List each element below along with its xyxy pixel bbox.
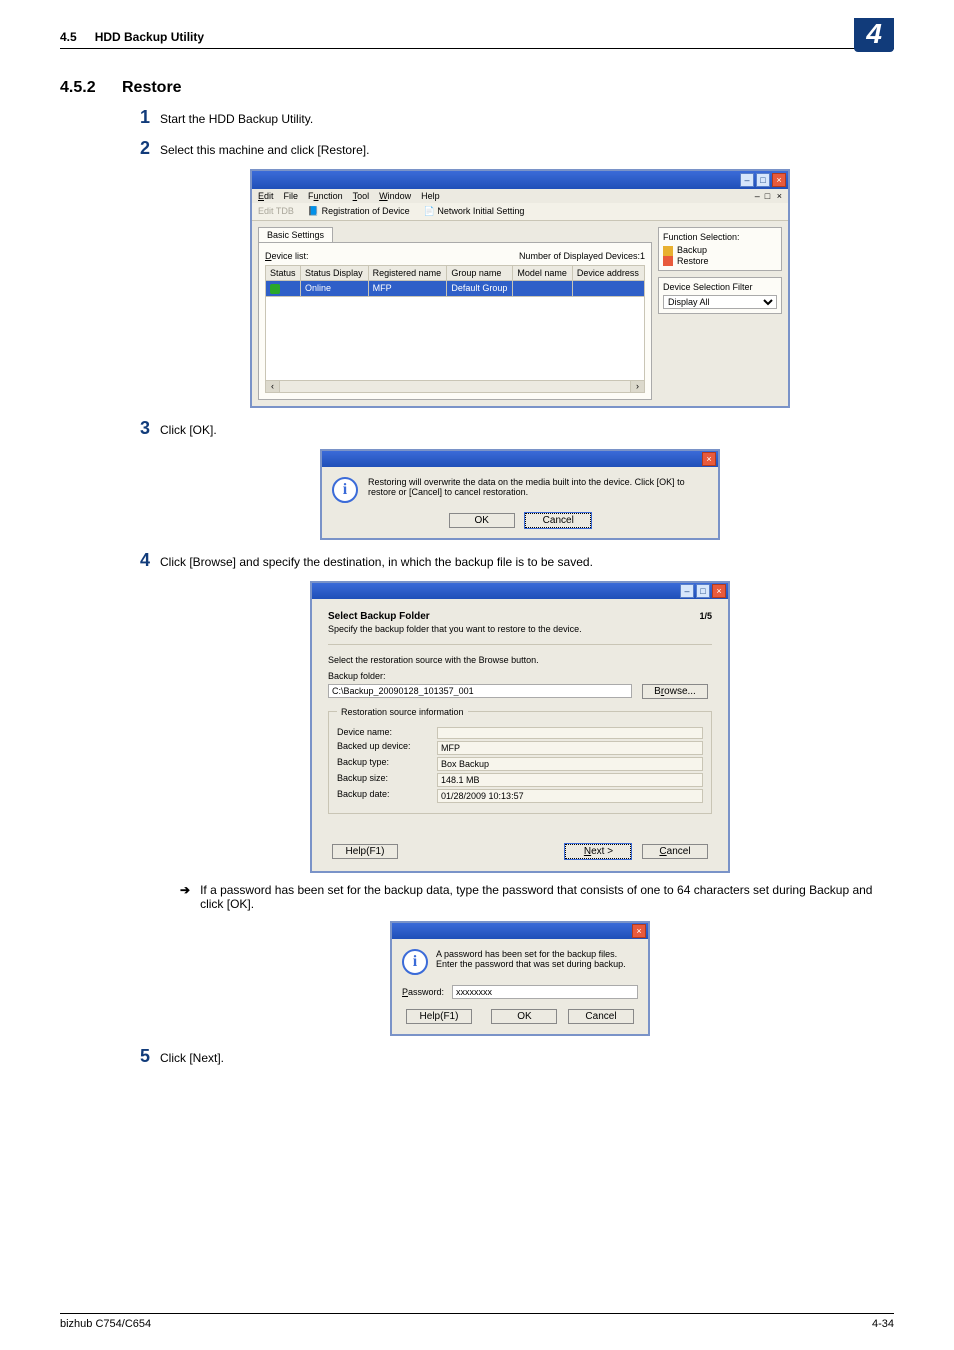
function-selection-box: Function Selection: Backup Restore: [658, 227, 782, 271]
next-button[interactable]: Next >: [565, 844, 631, 859]
table-row[interactable]: Online MFP Default Group: [266, 281, 645, 297]
mdi-close-icon[interactable]: ×: [777, 191, 782, 201]
cancel-button[interactable]: Cancel: [642, 844, 708, 859]
step-2: 2 Select this machine and click [Restore…: [60, 138, 894, 159]
cancel-button[interactable]: Cancel: [568, 1009, 634, 1024]
chapter-badge: 4: [854, 18, 894, 52]
info-icon: i: [402, 949, 428, 975]
device-selection-filter-box: Device Selection Filter Display All: [658, 277, 782, 314]
ok-button[interactable]: OK: [449, 513, 515, 528]
cancel-button[interactable]: Cancel: [525, 513, 591, 528]
backup-folder-input[interactable]: [328, 684, 632, 698]
section-number: 4.5: [60, 30, 77, 44]
maximize-icon[interactable]: □: [756, 173, 770, 187]
help-button[interactable]: Help(F1): [332, 844, 398, 859]
confirm-message: Restoring will overwrite the data on the…: [368, 477, 708, 497]
menu-file[interactable]: File: [284, 191, 299, 201]
page-footer: bizhub C754/C654 4-34: [60, 1313, 894, 1330]
wizard-subtitle: Specify the backup folder that you want …: [328, 624, 582, 634]
menu-function[interactable]: Function: [308, 191, 343, 201]
screenshot-confirm-dialog: × i Restoring will overwrite the data on…: [320, 449, 720, 540]
wizard-step-counter: 1/5: [699, 611, 712, 621]
wizard-instruction: Select the restoration source with the B…: [328, 655, 712, 665]
device-list-label: Device list:: [265, 251, 309, 261]
restore-icon: [663, 256, 673, 266]
menu-edit[interactable]: Edit: [258, 191, 274, 201]
running-header: 4.5 HDD Backup Utility: [60, 30, 894, 49]
restoration-source-group: Restoration source information Device na…: [328, 707, 712, 814]
menu-tool[interactable]: Tool: [353, 191, 370, 201]
backup-folder-label: Backup folder:: [328, 671, 712, 681]
scroll-left-icon[interactable]: ‹: [266, 381, 280, 392]
screenshot-wizard: –□× Select Backup Folder Specify the bac…: [310, 581, 730, 873]
step-4-substep: ➔ If a password has been set for the bac…: [180, 883, 894, 911]
menubar: Edit File Function Tool Window Help – □ …: [252, 189, 788, 203]
section-title: HDD Backup Utility: [95, 30, 204, 44]
help-button[interactable]: Help(F1): [406, 1009, 472, 1024]
arrow-icon: ➔: [180, 883, 190, 897]
wizard-title: Select Backup Folder: [328, 611, 582, 622]
close-icon[interactable]: ×: [632, 924, 646, 938]
minimize-icon[interactable]: –: [680, 584, 694, 598]
horizontal-scrollbar[interactable]: ‹ ›: [265, 381, 645, 393]
tab-basic-settings[interactable]: Basic Settings: [258, 227, 333, 242]
device-table: Status Status Display Registered name Gr…: [265, 265, 645, 297]
screenshot-main-window: – □ × Edit File Function Tool Window Hel…: [250, 169, 790, 408]
function-backup[interactable]: Backup: [663, 245, 777, 256]
maximize-icon[interactable]: □: [696, 584, 710, 598]
browse-button[interactable]: Browse...: [642, 684, 708, 699]
info-icon: i: [332, 477, 358, 503]
titlebar: – □ ×: [252, 171, 788, 189]
display-filter-select[interactable]: Display All: [663, 295, 777, 309]
close-icon[interactable]: ×: [712, 584, 726, 598]
step-4: 4 Click [Browse] and specify the destina…: [60, 550, 894, 571]
ok-button[interactable]: OK: [491, 1009, 557, 1024]
password-message: A password has been set for the backup f…: [436, 949, 626, 969]
status-online-icon: [270, 284, 280, 294]
menu-help[interactable]: Help: [421, 191, 440, 201]
close-icon[interactable]: ×: [702, 452, 716, 466]
device-count: Number of Displayed Devices:1: [519, 251, 645, 261]
toolbar: Edit TDB 📘 Registration of Device 📄 Netw…: [252, 203, 788, 221]
step-3: 3 Click [OK].: [60, 418, 894, 439]
password-label: Password:: [402, 987, 444, 997]
scroll-right-icon[interactable]: ›: [630, 381, 644, 392]
footer-model: bizhub C754/C654: [60, 1318, 151, 1330]
menu-window[interactable]: Window: [379, 191, 411, 201]
screenshot-password-dialog: × i A password has been set for the back…: [390, 921, 650, 1036]
toolbar-network-setting[interactable]: 📄 Network Initial Setting: [424, 206, 525, 217]
subsection-heading: 4.5.2Restore: [60, 79, 894, 97]
toolbar-register-device[interactable]: 📘 Registration of Device: [308, 206, 410, 217]
step-1: 1 Start the HDD Backup Utility.: [60, 107, 894, 128]
close-icon[interactable]: ×: [772, 173, 786, 187]
function-restore[interactable]: Restore: [663, 256, 777, 267]
backup-icon: [663, 246, 673, 256]
password-input[interactable]: [452, 985, 638, 999]
minimize-icon[interactable]: –: [740, 173, 754, 187]
step-5: 5 Click [Next].: [60, 1046, 894, 1067]
toolbar-edit-tdb: Edit TDB: [258, 206, 294, 217]
footer-page: 4-34: [872, 1318, 894, 1330]
